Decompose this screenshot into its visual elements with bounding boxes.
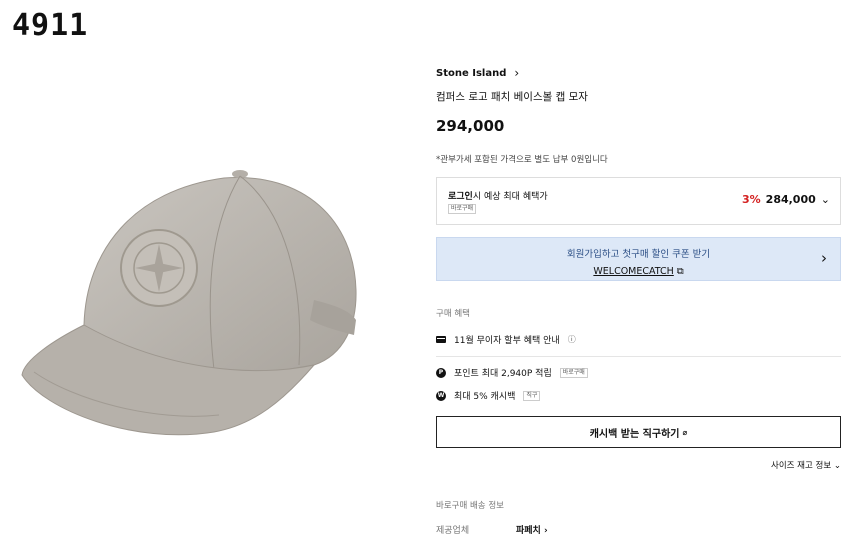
purchase-benefits-title: 구매 혜택 bbox=[436, 309, 470, 319]
corner-code: 4911 bbox=[12, 8, 89, 43]
discounted-price: 284,000 bbox=[765, 193, 816, 206]
benefit-label: 로그인시 예상 최대 혜택가 bbox=[448, 192, 548, 202]
product-title: 컴퍼스 로고 패치 베이스볼 캡 모자 bbox=[436, 91, 588, 103]
provider-label: 제공업체 bbox=[436, 526, 470, 536]
chevron-down-icon: ⌄ bbox=[820, 193, 830, 206]
points-tag: 바로구매 bbox=[559, 367, 588, 378]
duty-notice: *관부가세 포함된 가격으로 별도 납부 0원입니다 bbox=[436, 155, 608, 165]
points-item: P 포인트 최대 2,940P 적립 바로구매 bbox=[436, 366, 841, 379]
cashback-text: 최대 5% 캐시백 bbox=[454, 392, 516, 402]
direct-buy-tag: 바로구매 bbox=[448, 204, 477, 214]
shipping-title: 바로구매 배송 정보 bbox=[436, 501, 504, 511]
credit-card-icon bbox=[436, 336, 446, 343]
shipping-provider-row: 제공업체 파페치 › bbox=[436, 523, 841, 536]
points-icon: P bbox=[436, 367, 446, 378]
cashback-item: W 최대 5% 캐시백 직구 bbox=[436, 389, 841, 402]
signup-coupon-banner[interactable]: 회원가입하고 첫구매 할인 쿠폰 받기 WELCOMECATCH ⧉ › bbox=[436, 237, 841, 281]
chevron-down-icon: ⌄ bbox=[833, 461, 841, 471]
compass-patch-icon bbox=[120, 229, 198, 307]
points-text: 포인트 최대 2,940P 적립 bbox=[454, 369, 552, 379]
info-icon[interactable]: ⓘ bbox=[568, 334, 576, 345]
cap-image bbox=[21, 170, 357, 436]
chevron-right-icon: › bbox=[514, 66, 520, 80]
copy-icon[interactable]: ⧉ bbox=[677, 266, 684, 277]
cashback-direct-buy-button[interactable]: 캐시백 받는 직구하기 ⌀ bbox=[436, 416, 841, 448]
size-stock-info-toggle[interactable]: 사이즈 재고 정보 ⌄ bbox=[436, 459, 841, 471]
installment-text: 11월 무이자 할부 혜택 안내 bbox=[454, 336, 560, 346]
product-image[interactable] bbox=[14, 160, 364, 450]
divider bbox=[436, 356, 841, 357]
benefit-price: 3% 284,000 ⌄ bbox=[742, 193, 830, 206]
max-benefit-box[interactable]: 로그인시 예상 최대 혜택가 바로구매 3% 284,000 ⌄ bbox=[436, 177, 841, 225]
brand-link[interactable]: Stone Island › bbox=[436, 66, 841, 80]
link-icon: ⌀ bbox=[682, 427, 688, 437]
discount-percent: 3% bbox=[741, 193, 761, 206]
coupon-code[interactable]: WELCOMECATCH bbox=[593, 266, 673, 277]
coupon-text: 회원가입하고 첫구매 할인 쿠폰 받기 bbox=[566, 249, 711, 260]
cashback-icon: W bbox=[436, 390, 446, 401]
provider-link[interactable]: 파페치 › bbox=[516, 523, 548, 536]
installment-item[interactable]: 11월 무이자 할부 혜택 안내 ⓘ bbox=[436, 333, 841, 346]
brand-name: Stone Island bbox=[436, 67, 507, 79]
chevron-right-icon: › bbox=[821, 249, 827, 267]
cashback-tag: 직구 bbox=[523, 390, 541, 401]
product-price: 294,000 bbox=[436, 117, 505, 135]
